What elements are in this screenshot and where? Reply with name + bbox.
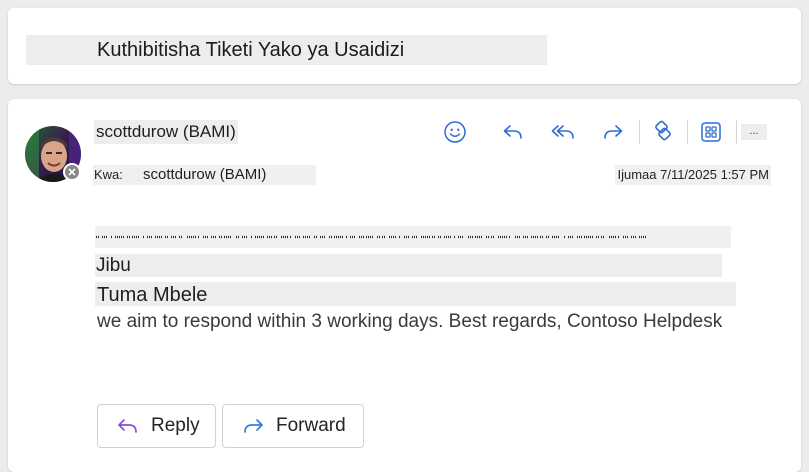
subject-card: Kuthibitisha Tiketi Yako ya Usaidizi (8, 8, 801, 84)
loop-toolbar-button[interactable] (648, 117, 678, 147)
reply-icon (116, 415, 140, 437)
toolbar-divider (736, 120, 737, 144)
message-body-text: we aim to respond within 3 working days.… (97, 311, 723, 332)
reply-button[interactable]: Reply (97, 404, 216, 448)
recipient-name[interactable]: scottdurow (BAMI) (143, 165, 266, 185)
reply-heading: Jibu (95, 254, 722, 277)
forward-button-label: Forward (276, 415, 346, 436)
illegible-text-strip (96, 235, 647, 239)
emoji-reaction-button[interactable] (440, 117, 470, 147)
presence-indicator (63, 163, 81, 181)
apps-toolbar-button[interactable] (696, 117, 726, 147)
apps-icon (701, 122, 721, 142)
forward-icon (604, 125, 623, 139)
forward-button[interactable]: Forward (222, 404, 364, 448)
sent-date: Ijumaa 7/11/2025 1:57 PM (615, 165, 771, 185)
reply-all-icon (551, 125, 574, 139)
forward-icon (241, 415, 265, 437)
toolbar-divider (687, 120, 688, 144)
offline-icon (65, 165, 79, 179)
quoted-text-line (95, 226, 731, 248)
reply-icon (503, 125, 522, 139)
to-label: Kwa: (94, 167, 123, 182)
reply-toolbar-button[interactable] (498, 117, 528, 147)
more-actions-button[interactable]: ... (741, 124, 767, 140)
message-card: scottdurow (BAMI) Kwa: scottdurow (BAMI)… (8, 99, 801, 472)
reply-all-toolbar-button[interactable] (548, 117, 578, 147)
toolbar-divider (639, 120, 640, 144)
forward-heading: Tuma Mbele (95, 282, 736, 306)
sender-name[interactable]: scottdurow (BAMI) (94, 120, 238, 144)
email-subject: Kuthibitisha Tiketi Yako ya Usaidizi (26, 35, 547, 65)
reply-button-label: Reply (151, 415, 200, 436)
recipients-row: Kwa: scottdurow (BAMI) (93, 165, 316, 185)
loop-icon (655, 120, 671, 141)
smiley-icon (444, 121, 466, 143)
forward-toolbar-button[interactable] (598, 117, 628, 147)
